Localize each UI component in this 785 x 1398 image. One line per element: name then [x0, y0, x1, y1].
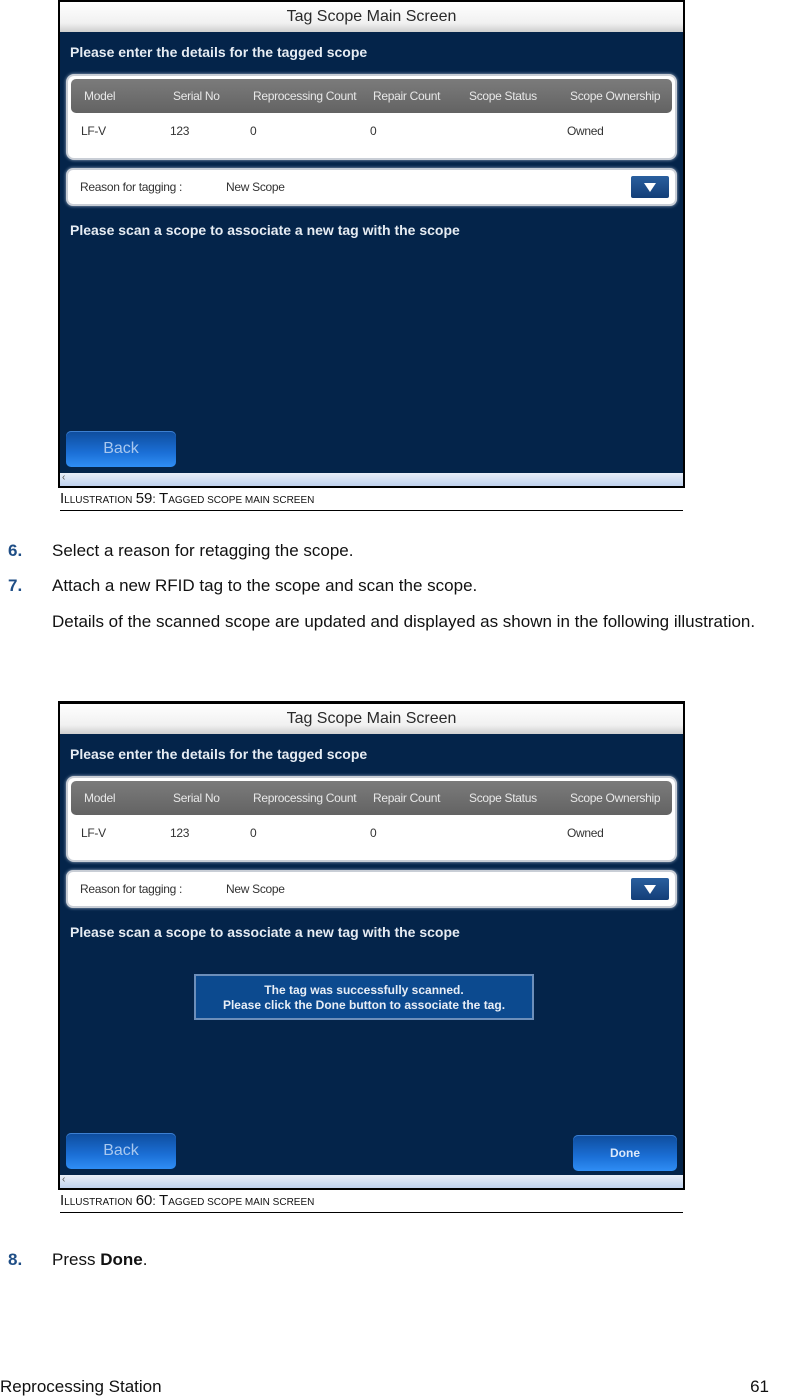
app-window: Tag Scope Main Screen Please enter the d…	[60, 2, 683, 486]
col-reprocessing-count: Reprocessing Count	[253, 791, 357, 805]
details-heading: Please enter the details for the tagged …	[70, 746, 368, 762]
window-title: Tag Scope Main Screen	[60, 704, 683, 734]
step-6: 6. Select a reason for retagging the scop…	[8, 540, 353, 562]
reason-value: New Scope	[226, 882, 285, 896]
app-window: Tag Scope Main Screen Please enter the d…	[60, 704, 683, 1188]
cell-reprocessing-count: 0	[250, 124, 257, 138]
details-heading: Please enter the details for the tagged …	[70, 44, 368, 60]
page-number: 61	[750, 1377, 769, 1396]
triangle-down-icon	[644, 885, 656, 894]
cell-scope-ownership: Owned	[567, 826, 604, 840]
col-scope-status: Scope Status	[469, 791, 537, 805]
step-number: 8.	[8, 1250, 23, 1269]
screenshot-tag-scope-2: Tag Scope Main Screen Please enter the d…	[58, 702, 685, 1190]
horizontal-scrollbar[interactable]: ‹	[60, 472, 683, 486]
back-button[interactable]: Back	[66, 1133, 176, 1169]
cell-repair-count: 0	[370, 124, 377, 138]
cell-serial-no: 123	[170, 124, 190, 138]
cell-model: LF-V	[81, 826, 106, 840]
back-button[interactable]: Back	[66, 431, 176, 467]
table-header: Model Serial No Reprocessing Count Repai…	[71, 781, 672, 815]
dropdown-button[interactable]	[631, 878, 669, 900]
details-paragraph: Details of the scanned scope are updated…	[52, 612, 756, 631]
figure-number: 59	[135, 490, 153, 507]
step-text: Attach a new RFID tag to the scope and s…	[52, 576, 478, 595]
triangle-down-icon	[644, 183, 656, 192]
scope-details-table: Model Serial No Reprocessing Count Repai…	[66, 776, 677, 862]
step-7: 7. Attach a new RFID tag to the scope and…	[8, 575, 477, 597]
cell-reprocessing-count: 0	[250, 826, 257, 840]
figure-caption: Illustration 59: Tagged scope main scree…	[60, 488, 683, 511]
col-serial-no: Serial No	[173, 791, 220, 805]
horizontal-scrollbar[interactable]: ‹	[60, 1174, 683, 1188]
done-keyword: Done	[100, 1250, 143, 1269]
cell-model: LF-V	[81, 124, 106, 138]
screenshot-tag-scope-1: Tag Scope Main Screen Please enter the d…	[58, 0, 685, 488]
success-message: The tag was successfully scanned. Please…	[194, 974, 534, 1020]
col-scope-ownership: Scope Ownership	[570, 791, 661, 805]
message-line-1: The tag was successfully scanned.	[264, 983, 464, 997]
cell-serial-no: 123	[170, 826, 190, 840]
col-repair-count: Repair Count	[373, 791, 441, 805]
scroll-left-icon[interactable]: ‹	[62, 1174, 65, 1185]
cell-repair-count: 0	[370, 826, 377, 840]
col-scope-status: Scope Status	[469, 89, 537, 103]
message-line-2: Please click the Done button to associat…	[222, 998, 506, 1012]
window-title: Tag Scope Main Screen	[60, 2, 683, 32]
scan-prompt: Please scan a scope to associate a new t…	[70, 924, 460, 940]
reason-select[interactable]: Reason for tagging : New Scope	[66, 870, 677, 908]
table-header: Model Serial No Reprocessing Count Repai…	[71, 79, 672, 113]
footer-title: Reprocessing Station	[0, 1377, 162, 1396]
cell-scope-ownership: Owned	[567, 124, 604, 138]
scan-prompt: Please scan a scope to associate a new t…	[70, 222, 460, 238]
scroll-left-icon[interactable]: ‹	[62, 472, 65, 483]
reason-select[interactable]: Reason for tagging : New Scope	[66, 168, 677, 206]
done-button[interactable]: Done	[573, 1135, 677, 1171]
step-number: 6.	[8, 541, 23, 560]
reason-label: Reason for tagging :	[80, 180, 183, 194]
figure-number: 60	[135, 1192, 153, 1209]
col-reprocessing-count: Reprocessing Count	[253, 89, 357, 103]
col-serial-no: Serial No	[173, 89, 220, 103]
col-model: Model	[84, 89, 116, 103]
dropdown-button[interactable]	[631, 176, 669, 198]
step-8: 8. Press Done.	[8, 1250, 148, 1269]
col-repair-count: Repair Count	[373, 89, 441, 103]
step-number: 7.	[8, 576, 23, 595]
reason-value: New Scope	[226, 180, 285, 194]
scope-details-table: Model Serial No Reprocessing Count Repai…	[66, 74, 677, 160]
step-text: Select a reason for retagging the scope.	[52, 541, 354, 560]
col-scope-ownership: Scope Ownership	[570, 89, 661, 103]
col-model: Model	[84, 791, 116, 805]
reason-label: Reason for tagging :	[80, 882, 183, 896]
figure-caption: Illustration 60: Tagged scope main scree…	[60, 1190, 683, 1213]
